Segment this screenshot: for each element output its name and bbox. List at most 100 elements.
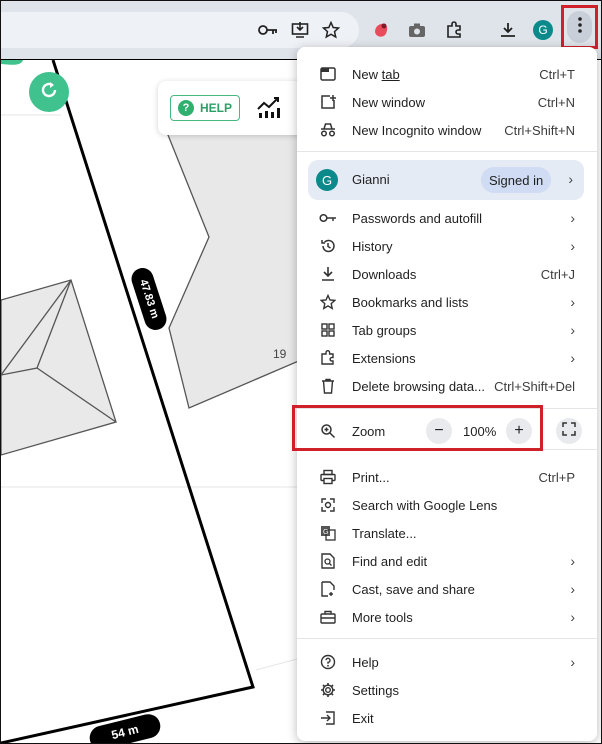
- chevron-right-icon: ›: [570, 581, 575, 597]
- menu-divider: [297, 638, 597, 639]
- menu-item-help[interactable]: Help ›: [297, 648, 597, 676]
- fullscreen-icon: [562, 421, 576, 441]
- menu-item-tab-groups[interactable]: Tab groups ›: [297, 316, 597, 344]
- refresh-button[interactable]: [29, 72, 69, 112]
- menu-item-cast-save[interactable]: Cast, save and share ›: [297, 575, 597, 603]
- menu-label: More tools: [352, 609, 413, 625]
- menu-item-google-lens[interactable]: Search with Google Lens: [297, 491, 597, 519]
- browser-window: G 47.83 m 54 m 19 ? HELP New tab Ctrl+T …: [0, 0, 602, 744]
- menu-label: New Incognito window: [352, 122, 482, 138]
- printer-icon: [319, 468, 337, 486]
- menu-item-settings[interactable]: Settings: [297, 676, 597, 704]
- menu-item-new-window[interactable]: New window Ctrl+N: [297, 88, 597, 116]
- profile-avatar-letter: G: [533, 20, 553, 40]
- menu-divider: [297, 151, 597, 152]
- chevron-right-icon: ›: [570, 654, 575, 670]
- trash-icon: [319, 377, 337, 395]
- browser-menu: New tab Ctrl+T New window Ctrl+N New Inc…: [297, 47, 597, 741]
- star-icon: [319, 293, 337, 311]
- key-icon: [319, 209, 337, 227]
- menu-shortcut: Ctrl+J: [540, 266, 575, 282]
- menu-label: Print...: [352, 469, 390, 485]
- chevron-right-icon: ›: [570, 294, 575, 310]
- file-share-icon: [319, 580, 337, 598]
- menu-item-translate[interactable]: G Translate...: [297, 519, 597, 547]
- chevron-right-icon: ›: [570, 210, 575, 226]
- menu-shortcut: Ctrl+N: [537, 94, 575, 110]
- kebab-icon: [577, 16, 583, 39]
- toolbox-icon: [319, 608, 337, 626]
- refresh-icon: [37, 78, 61, 107]
- menu-shortcut: Ctrl+T: [539, 66, 575, 82]
- menu-item-downloads[interactable]: Downloads Ctrl+J: [297, 260, 597, 288]
- help-card: ? HELP: [158, 81, 308, 135]
- menu-label: Translate...: [352, 525, 417, 541]
- signed-in-badge: Signed in: [481, 167, 552, 193]
- puzzle-icon[interactable]: [442, 18, 466, 42]
- camera-icon[interactable]: [405, 18, 429, 42]
- menu-label: New tab: [352, 66, 400, 82]
- fullscreen-button[interactable]: [556, 418, 582, 444]
- zoom-level: 100%: [463, 424, 497, 439]
- chevron-right-icon: ›: [570, 609, 575, 625]
- translate-icon: G: [319, 524, 337, 542]
- menu-item-new-tab[interactable]: New tab Ctrl+T: [297, 60, 597, 88]
- menu-item-new-incognito[interactable]: New Incognito window Ctrl+Shift+N: [297, 116, 597, 144]
- new-window-icon: [319, 93, 337, 111]
- menu-label: New window: [352, 94, 425, 110]
- zoom-out-button[interactable]: −: [426, 418, 452, 444]
- help-icon: [319, 653, 337, 671]
- menu-button-highlight: [561, 5, 598, 49]
- trend-chart-icon[interactable]: [256, 95, 282, 124]
- profile-avatar[interactable]: G: [531, 18, 555, 42]
- menu-label: Exit: [352, 710, 374, 726]
- chevron-right-icon: ›: [570, 322, 575, 338]
- menu-item-bookmarks[interactable]: Bookmarks and lists ›: [297, 288, 597, 316]
- measurement-value: 54 m: [110, 721, 140, 743]
- menu-item-extensions[interactable]: Extensions ›: [297, 344, 597, 372]
- menu-label: Help: [352, 654, 379, 670]
- zoom-in-button[interactable]: +: [506, 418, 532, 444]
- menu-item-passwords[interactable]: Passwords and autofill ›: [297, 204, 597, 232]
- history-icon: [319, 237, 337, 255]
- chevron-right-icon: ›: [568, 171, 573, 187]
- menu-profile-row[interactable]: G Gianni Signed in ›: [308, 160, 584, 200]
- chevron-right-icon: ›: [570, 350, 575, 366]
- menu-shortcut: Ctrl+Shift+Del: [494, 378, 575, 394]
- menu-item-delete-data[interactable]: Delete browsing data... Ctrl+Shift+Del: [297, 372, 597, 400]
- menu-item-history[interactable]: History ›: [297, 232, 597, 260]
- menu-label: Cast, save and share: [352, 581, 475, 597]
- download-icon[interactable]: [496, 18, 520, 42]
- menu-item-print[interactable]: Print... Ctrl+P: [297, 463, 597, 491]
- menu-label: Extensions: [352, 350, 416, 366]
- menu-label: Downloads: [352, 266, 417, 282]
- plus-icon: +: [514, 422, 524, 439]
- profile-name: Gianni: [352, 172, 390, 187]
- exit-icon: [319, 709, 337, 727]
- menu-label: Search with Google Lens: [352, 497, 498, 513]
- profile-avatar: G: [316, 169, 338, 191]
- menu-item-exit[interactable]: Exit: [297, 704, 597, 732]
- extension-red-icon[interactable]: [369, 18, 393, 42]
- menu-item-more-tools[interactable]: More tools ›: [297, 603, 597, 631]
- tab-groups-icon: [319, 321, 337, 339]
- incognito-icon: [319, 121, 337, 139]
- menu-label: Find and edit: [352, 553, 428, 569]
- help-button[interactable]: ? HELP: [170, 95, 240, 121]
- menu-item-find-edit[interactable]: Find and edit ›: [297, 547, 597, 575]
- download-icon: [319, 265, 337, 283]
- minus-icon: −: [434, 422, 444, 439]
- menu-shortcut: Ctrl+P: [538, 469, 575, 485]
- chevron-right-icon: ›: [570, 553, 575, 569]
- lens-icon: [319, 496, 337, 514]
- menu-button[interactable]: [567, 11, 592, 43]
- menu-label: Passwords and autofill: [352, 210, 483, 226]
- chevron-right-icon: ›: [570, 238, 575, 254]
- install-app-icon[interactable]: [288, 18, 312, 42]
- find-icon: [319, 552, 337, 570]
- menu-label: Delete browsing data...: [352, 378, 485, 394]
- star-icon[interactable]: [319, 18, 343, 42]
- key-icon[interactable]: [256, 18, 280, 42]
- menu-shortcut: Ctrl+Shift+N: [504, 122, 575, 138]
- menu-label: History: [352, 238, 393, 254]
